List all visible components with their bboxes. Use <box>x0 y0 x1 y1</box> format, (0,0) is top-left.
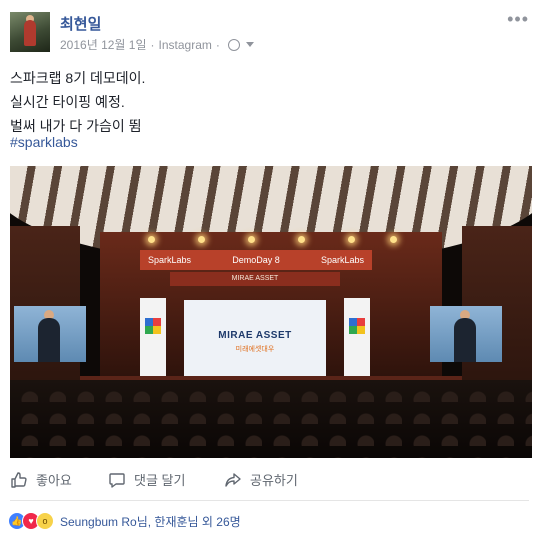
like-label: 좋아요 <box>36 473 72 488</box>
facebook-post: 최현일 2016년 12월 1일 · Instagram · ••• 스파크랩 … <box>0 0 539 543</box>
banner-left-text: SparkLabs <box>148 255 192 265</box>
post-date[interactable]: 2016년 12월 1일 <box>60 36 147 53</box>
share-icon <box>225 472 241 487</box>
comment-icon <box>109 472 125 488</box>
sparklabs-logo-icon <box>349 318 365 334</box>
stage-banner: SparkLabs DemoDay 8 SparkLabs <box>140 250 372 270</box>
avatar-figure <box>24 20 36 46</box>
stage-light <box>198 236 205 243</box>
share-button[interactable]: 공유하기 <box>224 470 298 489</box>
post-text-line: 실시간 타이핑 예정. <box>10 94 125 110</box>
comment-label: 댓글 달기 <box>134 473 186 488</box>
post-source[interactable]: Instagram <box>159 38 212 52</box>
speaker-figure <box>454 318 476 362</box>
sparklabs-logo-icon <box>145 318 161 334</box>
stage-side-panel-left <box>140 298 166 378</box>
banner-center-text: DemoDay 8 <box>232 255 280 265</box>
stage-lights <box>140 236 400 244</box>
stage-light <box>148 236 155 243</box>
stage-light <box>298 236 305 243</box>
speaker-figure <box>38 318 60 362</box>
thumbs-up-icon <box>11 471 27 488</box>
meta-separator: · <box>150 37 155 52</box>
post-meta: 2016년 12월 1일 · Instagram · <box>60 36 254 53</box>
stage-light <box>390 236 397 243</box>
side-screen-left <box>14 306 86 362</box>
stage-main-screen: MIRAE ASSET 미래에셋대우 <box>184 300 326 380</box>
stage-side-panel-right <box>344 298 370 378</box>
reaction-names[interactable]: Seungbum Ro님, 한재훈님 외 26명 <box>60 513 241 530</box>
globe-icon[interactable] <box>227 38 240 51</box>
comment-button[interactable]: 댓글 달기 <box>108 470 185 489</box>
stage-light <box>248 236 255 243</box>
chevron-down-icon[interactable] <box>245 42 254 47</box>
share-label: 공유하기 <box>250 473 298 488</box>
like-button[interactable]: 좋아요 <box>10 470 72 489</box>
audience-crowd <box>10 380 532 458</box>
reactions-summary[interactable]: 👍 ♥ o Seungbum Ro님, 한재훈님 외 26명 <box>8 512 241 530</box>
meta-separator-2: · <box>215 37 220 52</box>
more-options-button[interactable]: ••• <box>507 10 529 28</box>
screen-sub: 미래에셋대우 <box>235 346 275 353</box>
stage-sub-banner: MIRAE ASSET <box>170 272 340 286</box>
banner-right-text: SparkLabs <box>320 255 364 265</box>
author-name[interactable]: 최현일 <box>60 13 101 34</box>
wow-icon: o <box>36 512 54 530</box>
hashtag-link[interactable]: #sparklabs <box>10 134 78 150</box>
screen-brand: MIRAE ASSET <box>218 330 292 341</box>
divider <box>10 500 529 501</box>
author-avatar[interactable] <box>10 12 50 52</box>
side-screen-right <box>430 306 502 362</box>
post-photo[interactable]: SparkLabs DemoDay 8 SparkLabs MIRAE ASSE… <box>10 166 532 458</box>
post-text-line: 스파크랩 8기 데모데이. <box>10 70 146 86</box>
post-text: 스파크랩 8기 데모데이. 실시간 타이핑 예정. 벌써 내가 다 가슴이 뜀 <box>10 66 145 138</box>
stage-light <box>348 236 355 243</box>
post-actions: 좋아요 댓글 달기 공유하기 <box>0 464 539 496</box>
